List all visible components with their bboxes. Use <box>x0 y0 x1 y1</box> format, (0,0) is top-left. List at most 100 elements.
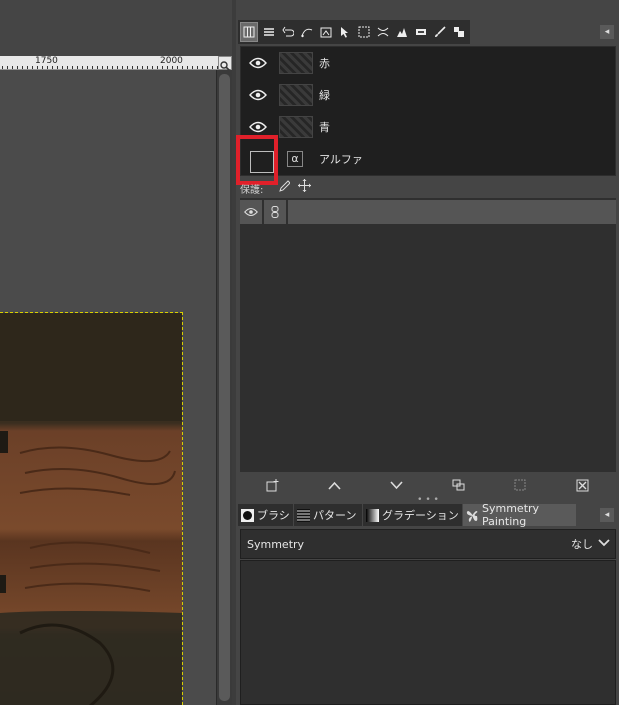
ruler-tick <box>162 66 163 69</box>
lower-item-icon[interactable] <box>386 476 406 494</box>
visibility-eye-icon[interactable] <box>248 118 268 136</box>
ruler-tick <box>22 66 23 69</box>
channels-tab-icon[interactable] <box>240 22 258 42</box>
ruler-tick <box>42 66 43 69</box>
channel-row-red[interactable]: 赤 <box>241 47 617 79</box>
horizontal-ruler[interactable]: 1750 2000 <box>0 56 218 70</box>
ruler-tick <box>7 66 8 69</box>
ruler-tick <box>47 66 48 69</box>
dock-top-gap <box>236 0 619 20</box>
symmetry-options-panel <box>240 560 616 705</box>
channel-row-green[interactable]: 緑 <box>241 79 617 111</box>
paintbrush-tab-icon[interactable] <box>431 22 449 42</box>
paths-tab-icon[interactable] <box>298 22 316 42</box>
alpha-channel-icon: α <box>287 151 303 167</box>
ruler-tick <box>12 66 13 69</box>
selection-editor-tab-icon[interactable] <box>355 22 373 42</box>
tab-patterns-label: パターン <box>313 509 357 522</box>
ruler-tick <box>182 66 183 69</box>
dynamics-tab-icon[interactable] <box>450 22 468 42</box>
channel-thumbnail <box>279 84 313 106</box>
ruler-tick <box>152 66 153 69</box>
symmetry-selector[interactable]: Symmetry なし <box>240 529 616 559</box>
leather-texture-image[interactable] <box>0 312 183 705</box>
raise-item-icon[interactable] <box>324 476 344 494</box>
tool-options-tab-icon[interactable] <box>374 22 392 42</box>
channel-thumbnail <box>279 52 313 74</box>
lock-label: 保護: <box>240 185 264 196</box>
chevron-down-icon[interactable] <box>597 534 611 552</box>
images-tab-icon[interactable] <box>317 22 335 42</box>
ruler-tick <box>122 66 123 69</box>
ruler-tick <box>82 66 83 69</box>
ruler-tick <box>197 66 198 69</box>
channel-row-blue[interactable]: 青 <box>241 111 617 143</box>
channel-thumbnail <box>279 116 313 138</box>
to-selection-icon[interactable] <box>510 476 530 494</box>
visibility-eye-icon[interactable] <box>248 86 268 104</box>
ruler-tick <box>112 66 113 69</box>
lower-dock-tab-bar: ブラシ パターン グラデーション Symmetry Painting <box>238 502 619 528</box>
channel-name: 緑 <box>319 89 330 102</box>
vertical-scrollbar[interactable] <box>216 70 232 705</box>
lock-position-icon[interactable] <box>298 179 312 193</box>
ruler-tick <box>62 66 63 69</box>
ruler-tick <box>67 66 68 69</box>
tab-gradients-label: グラデーション <box>382 509 459 522</box>
ruler-tick <box>172 66 173 69</box>
ruler-label-2000: 2000 <box>160 56 183 66</box>
ruler-tick <box>212 66 213 69</box>
header-name-column <box>288 200 616 224</box>
histogram-tab-icon[interactable] <box>393 22 411 42</box>
symmetry-value[interactable]: なし <box>571 536 593 552</box>
ruler-tick <box>32 66 33 69</box>
lock-pixels-icon[interactable] <box>278 180 292 194</box>
pattern-icon <box>297 508 310 522</box>
channel-row-alpha[interactable]: α アルファ <box>241 143 617 175</box>
dock-menu-icon[interactable]: ◂ <box>600 25 614 39</box>
lower-dock-menu-icon[interactable]: ◂ <box>600 508 614 522</box>
ruler-tick <box>87 66 88 69</box>
ruler-tick <box>52 66 53 69</box>
new-item-icon[interactable] <box>262 476 282 494</box>
channels-list: 赤 緑 青 α アルファ <box>236 46 617 185</box>
paths-list[interactable] <box>240 198 616 472</box>
header-eye-icon <box>240 200 262 224</box>
device-status-tab-icon[interactable] <box>412 22 430 42</box>
tab-gradients[interactable]: グラデーション <box>363 504 462 526</box>
channel-name: アルファ <box>319 153 363 166</box>
ruler-tick <box>157 66 158 69</box>
visibility-eye-icon[interactable] <box>248 54 268 72</box>
channel-name: 青 <box>319 121 330 134</box>
image-canvas-area[interactable]: 1750 2000 <box>0 0 236 705</box>
ruler-tick <box>57 66 58 69</box>
ruler-tick <box>72 66 73 69</box>
zoom-icon[interactable] <box>218 56 232 72</box>
brush-icon <box>241 508 254 522</box>
tab-symmetry-label: Symmetry Painting <box>482 502 540 528</box>
delete-item-icon[interactable] <box>572 476 592 494</box>
tab-brushes[interactable]: ブラシ <box>238 504 293 526</box>
duplicate-item-icon[interactable] <box>448 476 468 494</box>
ruler-tick <box>207 66 208 69</box>
tab-patterns[interactable]: パターン <box>294 504 362 526</box>
gradient-icon <box>366 508 379 522</box>
header-chain-icon <box>264 200 286 224</box>
ruler-tick <box>137 66 138 69</box>
tab-symmetry-painting[interactable]: Symmetry Painting <box>463 502 576 528</box>
right-dock: ◂ 赤 緑 青 α アルファ 保護: • • • ブラシ パターン グラデーショ… <box>236 0 619 705</box>
dock-tab-bar <box>238 20 619 44</box>
dock-separator-grip[interactable]: • • • <box>416 496 440 505</box>
lock-row: 保護: <box>240 178 616 198</box>
ruler-tick <box>27 66 28 69</box>
ruler-tick <box>102 66 103 69</box>
ruler-tick <box>97 66 98 69</box>
scrollbar-thumb[interactable] <box>219 74 230 701</box>
channel-name: 赤 <box>319 57 330 70</box>
ruler-tick <box>167 66 168 69</box>
layers-tab-icon[interactable] <box>260 22 278 42</box>
ruler-tick <box>127 66 128 69</box>
undo-history-tab-icon[interactable] <box>279 22 297 42</box>
ruler-tick <box>2 66 3 69</box>
pointer-tab-icon[interactable] <box>336 22 354 42</box>
